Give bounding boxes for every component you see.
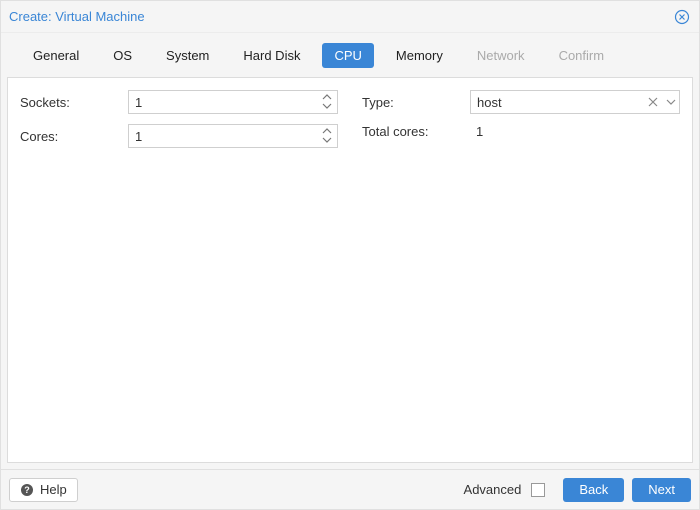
svg-text:?: ? xyxy=(24,485,30,495)
tab-memory[interactable]: Memory xyxy=(384,43,455,68)
tab-confirm: Confirm xyxy=(547,43,617,68)
tab-cpu[interactable]: CPU xyxy=(322,43,373,68)
wizard-window: Create: Virtual Machine General OS Syste… xyxy=(0,0,700,510)
field-type: Type: xyxy=(362,90,680,114)
field-sockets: Sockets: xyxy=(20,90,338,114)
type-combo-controls xyxy=(646,90,678,114)
wizard-tabs: General OS System Hard Disk CPU Memory N… xyxy=(1,33,699,71)
cores-spin-controls xyxy=(320,125,336,147)
chevron-up-icon xyxy=(322,93,332,101)
tab-system[interactable]: System xyxy=(154,43,221,68)
tab-network: Network xyxy=(465,43,537,68)
cpu-panel-right: Type: Total cores: 1 xyxy=(362,90,680,450)
cores-spinner[interactable] xyxy=(128,124,338,148)
close-icon xyxy=(674,9,690,25)
type-combo[interactable] xyxy=(470,90,680,114)
wizard-footer: ? Help Advanced Back Next xyxy=(1,469,699,509)
help-button[interactable]: ? Help xyxy=(9,478,78,502)
sockets-input[interactable] xyxy=(128,90,338,114)
type-clear-button[interactable] xyxy=(646,91,660,113)
title-bar: Create: Virtual Machine xyxy=(1,1,699,33)
window-title: Create: Virtual Machine xyxy=(9,9,673,24)
field-cores: Cores: xyxy=(20,124,338,148)
tab-hard-disk[interactable]: Hard Disk xyxy=(231,43,312,68)
cores-input[interactable] xyxy=(128,124,338,148)
type-label: Type: xyxy=(362,95,462,110)
total-cores-value: 1 xyxy=(470,124,680,139)
field-total-cores: Total cores: 1 xyxy=(362,124,680,139)
type-dropdown-button[interactable] xyxy=(664,91,678,113)
sockets-spin-up[interactable] xyxy=(322,93,334,102)
advanced-label: Advanced xyxy=(464,482,522,497)
back-button[interactable]: Back xyxy=(563,478,624,502)
cpu-panel-left: Sockets: Cores: xyxy=(20,90,338,450)
sockets-label: Sockets: xyxy=(20,95,120,110)
x-icon xyxy=(648,97,658,107)
advanced-checkbox[interactable] xyxy=(531,483,545,497)
cores-spin-up[interactable] xyxy=(322,127,334,136)
next-button[interactable]: Next xyxy=(632,478,691,502)
sockets-spin-controls xyxy=(320,91,336,113)
tab-general[interactable]: General xyxy=(21,43,91,68)
cores-label: Cores: xyxy=(20,129,120,144)
chevron-down-icon xyxy=(666,97,676,107)
sockets-spin-down[interactable] xyxy=(322,102,334,111)
chevron-down-icon xyxy=(322,136,332,144)
help-icon: ? xyxy=(20,483,34,497)
chevron-up-icon xyxy=(322,127,332,135)
cores-spin-down[interactable] xyxy=(322,136,334,145)
help-button-label: Help xyxy=(40,482,67,497)
chevron-down-icon xyxy=(322,102,332,110)
tab-os[interactable]: OS xyxy=(101,43,144,68)
sockets-spinner[interactable] xyxy=(128,90,338,114)
cpu-panel: Sockets: Cores: xyxy=(7,77,693,463)
total-cores-label: Total cores: xyxy=(362,124,462,139)
close-button[interactable] xyxy=(673,8,691,26)
